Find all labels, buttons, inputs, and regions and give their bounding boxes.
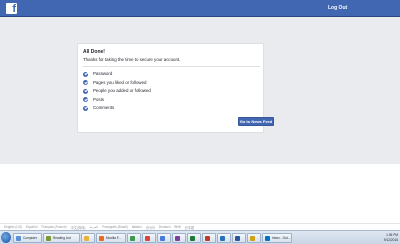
list-item: People you added or followed (83, 87, 253, 96)
word-icon (235, 236, 240, 241)
language-link[interactable]: 中文(简体) (71, 225, 86, 230)
taskbar-button[interactable] (81, 233, 95, 243)
logo-letter: f (12, 3, 16, 15)
app-icon (220, 236, 225, 241)
list-item: Pages you liked or followed (83, 79, 253, 88)
taskbar-button[interactable] (142, 233, 156, 243)
language-link[interactable]: हिन्दी (175, 225, 181, 229)
taskbar-button[interactable] (157, 233, 171, 243)
card-divider (83, 66, 260, 67)
list-item-label: Comments (93, 105, 115, 111)
explorer-icon (84, 236, 89, 241)
top-nav-bar: f Log Out (0, 0, 400, 17)
computer-icon (16, 236, 21, 241)
taskbar-button[interactable]: Reading List (43, 233, 80, 243)
language-link[interactable]: English (US) (4, 225, 22, 229)
list-item-label: People you added or followed (93, 88, 151, 94)
language-link[interactable]: Deutsch (159, 225, 171, 229)
language-link[interactable]: 日本語 (185, 225, 195, 230)
language-bar: English (US) Español Français (France) 中… (0, 223, 400, 230)
card-subtitle: Thanks for taking the time to secure you… (83, 57, 181, 62)
clock-date[interactable]: 9/12/2016 (374, 238, 398, 243)
card-title: All Done! (83, 49, 105, 55)
firefox-icon (99, 236, 104, 241)
check-circle-icon (83, 80, 88, 86)
taskbar-button-label: Inbox - Out... (272, 236, 291, 240)
taskbar-button[interactable]: Inbox - Out... (262, 233, 292, 243)
list-item: Comments (83, 104, 253, 113)
taskbar-button-label: Mozilla F... (106, 236, 122, 240)
app-icon (160, 236, 165, 241)
page-footer-area (0, 164, 400, 223)
start-button-icon[interactable] (1, 232, 11, 243)
list-item-label: Pages you liked or followed (93, 79, 147, 85)
facebook-logo-icon[interactable]: f (6, 3, 17, 15)
taskbar-button[interactable] (232, 233, 246, 243)
taskbar-button[interactable] (127, 233, 141, 243)
taskbar-button[interactable] (202, 233, 216, 243)
language-link[interactable]: Português (Brasil) (102, 225, 128, 229)
logout-link[interactable]: Log Out (328, 4, 347, 12)
reading-list-icon (46, 236, 51, 241)
language-link[interactable]: 한국어 (146, 225, 155, 230)
list-item-label: Posts (93, 96, 104, 102)
all-done-card: All Done! Thanks for taking the time to … (77, 43, 264, 133)
taskbar-button[interactable] (217, 233, 231, 243)
taskbar-button-label: Computer (23, 236, 37, 240)
list-item-label: Password (93, 71, 113, 77)
onenote-icon (175, 236, 180, 241)
list-item: Password (83, 70, 253, 79)
check-circle-icon (83, 105, 88, 111)
taskbar-button[interactable]: Computer (13, 233, 42, 243)
app-icon (130, 236, 135, 241)
chrome-icon (145, 236, 150, 241)
check-circle-icon (83, 88, 88, 94)
windows-taskbar: Computer Reading List Mozilla F... Inbox - … (0, 230, 400, 244)
taskbar-button[interactable] (172, 233, 186, 243)
check-circle-icon (83, 71, 88, 77)
app-icon (250, 236, 255, 241)
app-icon (205, 236, 210, 241)
secured-items-list: Password Pages you liked or followed Peo… (83, 70, 253, 113)
check-circle-icon (83, 97, 88, 103)
language-link[interactable]: Español (26, 225, 38, 229)
taskbar-button[interactable]: Mozilla F... (96, 233, 126, 243)
taskbar-button-label: Reading List (53, 236, 71, 240)
outlook-icon (265, 236, 270, 241)
language-link[interactable]: العربية (89, 225, 98, 229)
excel-icon (190, 236, 195, 241)
language-link[interactable]: Français (France) (41, 225, 66, 229)
language-link[interactable]: Italiano (132, 225, 142, 229)
system-tray: 1:35 PM 9/12/2016 (374, 233, 398, 243)
taskbar-button[interactable] (187, 233, 201, 243)
list-item: Posts (83, 96, 253, 105)
go-to-news-feed-button[interactable]: Go to News Feed (238, 117, 274, 126)
taskbar-button[interactable] (247, 233, 261, 243)
